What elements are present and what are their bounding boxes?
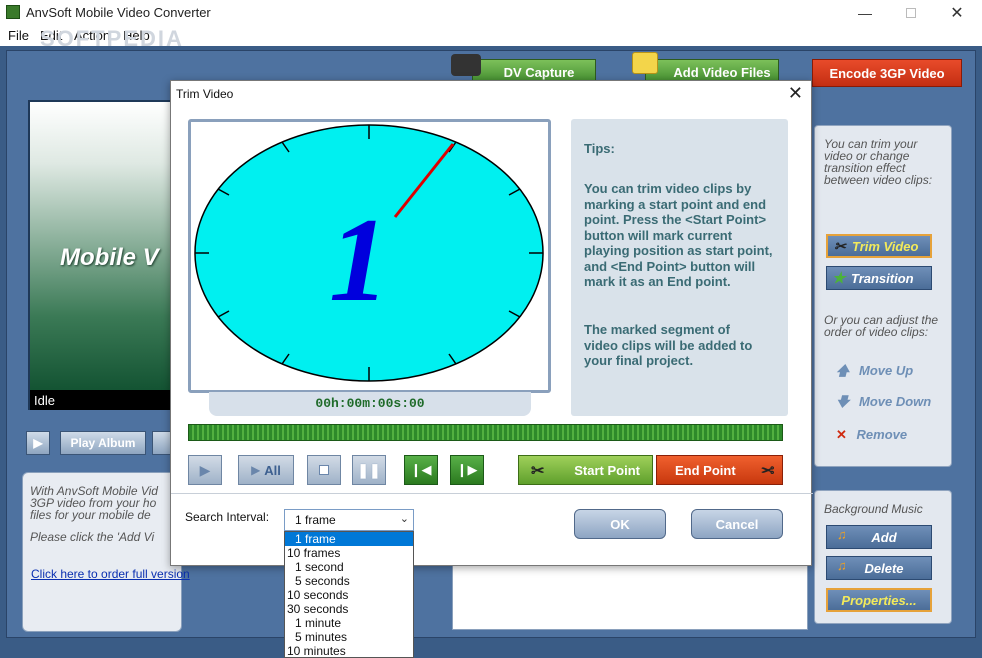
scissors-icon: ✂ <box>531 463 545 480</box>
end-point-label: End Point <box>675 462 736 478</box>
trim-video-button[interactable]: ✂ Trim Video <box>826 234 932 258</box>
timecode-bar: 00h:00m:00s:00 <box>209 392 531 416</box>
play-button[interactable]: ▶ <box>188 455 222 485</box>
remove-x-icon: ✕ <box>836 427 847 442</box>
add-video-files-label: Add Video Files <box>673 64 771 80</box>
arrow-up-icon: 🡅 <box>836 363 850 378</box>
step-forward-icon: ❙▶ <box>456 462 478 477</box>
step-forward-button[interactable]: ❙▶ <box>450 455 484 485</box>
search-interval-dropdown: 1 frame 10 frames 1 second 5 seconds 10 … <box>284 531 414 658</box>
play-album-button[interactable]: Play Album <box>60 431 146 455</box>
ok-button[interactable]: OK <box>574 509 666 539</box>
folder-icon <box>632 52 658 74</box>
music-properties-button[interactable]: Properties... <box>826 588 932 612</box>
start-point-label: Start Point <box>574 462 640 478</box>
play-icon: ▶ <box>33 436 43 450</box>
trim-video-dialog: Trim Video ✕ 1 00h:00m:00s:00 Tips: You … <box>170 80 813 566</box>
play-button[interactable]: ▶ <box>26 431 50 455</box>
transition-label: Transition <box>851 270 914 286</box>
stop-button[interactable] <box>307 455 341 485</box>
search-interval-select[interactable]: 1 frame ⌄ <box>284 509 414 531</box>
minimize-icon[interactable]: — <box>842 0 888 26</box>
tips-title: Tips: <box>584 141 615 156</box>
scissors-icon: ✂ <box>760 463 774 480</box>
stop-button[interactable] <box>152 431 172 455</box>
play-icon: ▶ <box>199 461 211 478</box>
clock-digit: 1 <box>329 193 389 326</box>
tips-body: You can trim video clips by marking a st… <box>584 181 773 289</box>
step-back-button[interactable]: ❙◀ <box>404 455 438 485</box>
interval-option[interactable]: 30 seconds <box>285 602 413 616</box>
camera-icon <box>451 54 481 76</box>
dialog-separator <box>171 493 813 494</box>
end-point-button[interactable]: End Point ✂ <box>656 455 783 485</box>
music-note-delete-icon: ♫ <box>837 558 847 573</box>
info-text-4: Please click the 'Add Vi <box>30 530 155 544</box>
remove-label: Remove <box>856 427 908 442</box>
tips-panel: Tips: You can trim video clips by markin… <box>571 119 788 416</box>
move-down-button[interactable]: 🡇 Move Down <box>836 393 931 415</box>
dialog-title: Trim Video <box>176 87 234 101</box>
music-add-label: Add <box>871 529 897 545</box>
info-panel: With AnvSoft Mobile Vid 3GP video from y… <box>22 472 190 632</box>
order-intro-text: Or you can adjust the order of video cli… <box>824 313 939 339</box>
music-delete-label: Delete <box>864 560 904 576</box>
play-all-icon: ▶ <box>251 463 261 477</box>
scissors-icon: ✂ <box>834 238 846 254</box>
stop-icon <box>319 465 329 475</box>
maximize-icon[interactable] <box>888 0 934 26</box>
app-icon <box>6 5 20 19</box>
interval-option[interactable]: 10 minutes <box>285 644 413 658</box>
remove-button[interactable]: ✕ Remove <box>836 427 907 443</box>
timecode: 00h:00m:00s:00 <box>315 396 425 411</box>
chevron-down-icon: ⌄ <box>399 513 409 525</box>
interval-option[interactable]: 1 second <box>285 560 413 574</box>
interval-option[interactable]: 1 frame <box>285 532 413 546</box>
menu-file[interactable]: File <box>8 28 29 43</box>
cancel-button[interactable]: Cancel <box>691 509 783 539</box>
preview-title: Mobile V <box>60 244 159 271</box>
interval-option[interactable]: 10 seconds <box>285 588 413 602</box>
star-icon: ★ <box>832 270 846 287</box>
move-down-label: Move Down <box>859 394 932 409</box>
pause-icon: ❚❚ <box>357 461 381 478</box>
clip-list[interactable] <box>452 564 808 630</box>
pause-button[interactable]: ❚❚ <box>352 455 386 485</box>
info-text-3: files for your mobile de <box>30 508 151 522</box>
arrow-down-icon: 🡇 <box>836 394 850 409</box>
move-up-button[interactable]: 🡅 Move Up <box>836 362 913 384</box>
order-link[interactable]: Click here to order full version <box>31 567 190 581</box>
music-title: Background Music <box>824 502 923 516</box>
interval-option[interactable]: 1 minute <box>285 616 413 630</box>
music-delete-button[interactable]: ♫ Delete <box>826 556 932 580</box>
interval-option[interactable]: 5 seconds <box>285 574 413 588</box>
step-back-icon: ❙◀ <box>410 462 432 477</box>
encode-3gp-button[interactable]: Encode 3GP Video <box>812 59 962 87</box>
title-bar: AnvSoft Mobile Video Converter — ✕ <box>0 0 982 26</box>
clock-preview: 1 <box>194 124 544 382</box>
start-point-button[interactable]: ✂ Start Point <box>518 455 653 485</box>
window-title: AnvSoft Mobile Video Converter <box>26 5 211 20</box>
trim-video-label: Trim Video <box>852 238 919 254</box>
dv-capture-label: DV Capture <box>503 64 575 80</box>
music-note-add-icon: ♫ <box>837 527 847 542</box>
trim-progress-bar[interactable] <box>188 424 783 441</box>
preview-status: Idle <box>30 390 176 410</box>
tips-body-2: The marked segment of video clips will b… <box>584 322 753 368</box>
search-interval-label: Search Interval: <box>185 510 270 524</box>
close-icon[interactable]: ✕ <box>934 0 980 26</box>
dialog-close-icon[interactable]: ✕ <box>788 83 803 104</box>
interval-option[interactable]: 10 frames <box>285 546 413 560</box>
transition-button[interactable]: ★ Transition <box>826 266 932 290</box>
interval-option[interactable]: 5 minutes <box>285 630 413 644</box>
video-frame: 1 <box>188 119 551 393</box>
play-all-label: All <box>264 462 281 478</box>
move-up-label: Move Up <box>859 363 914 378</box>
search-interval-value: 1 frame <box>295 513 336 527</box>
play-all-button[interactable]: ▶ All <box>238 455 294 485</box>
trim-intro-text: You can trim your video or change transi… <box>824 137 933 187</box>
music-add-button[interactable]: ♫ Add <box>826 525 932 549</box>
